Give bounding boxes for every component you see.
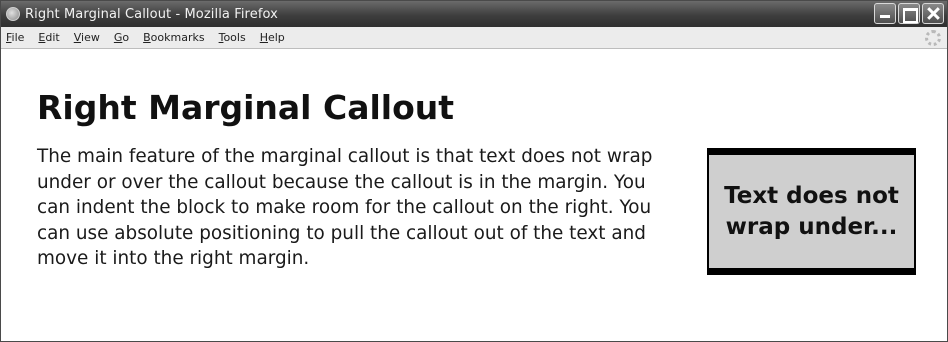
menu-go[interactable]: Go (114, 31, 129, 44)
menu-view[interactable]: View (74, 31, 100, 44)
browser-window: Right Marginal Callout - Mozilla Firefox… (0, 0, 948, 342)
firefox-icon (6, 7, 20, 21)
title-bar[interactable]: Right Marginal Callout - Mozilla Firefox (1, 1, 947, 27)
window-title: Right Marginal Callout - Mozilla Firefox (25, 6, 278, 22)
page-title: Right Marginal Callout (37, 88, 455, 127)
window-controls (874, 3, 944, 24)
menu-bar: File Edit View Go Bookmarks Tools Help (1, 27, 947, 49)
menu-file[interactable]: File (6, 31, 24, 44)
page-content: Right Marginal Callout The main feature … (7, 50, 941, 340)
callout-text: Text does not wrap under... (724, 182, 899, 240)
menu-tools[interactable]: Tools (219, 31, 246, 44)
menu-bookmarks[interactable]: Bookmarks (143, 31, 204, 44)
marginal-callout: Text does not wrap under... (707, 148, 916, 275)
menu-help[interactable]: Help (260, 31, 285, 44)
maximize-button[interactable] (898, 3, 920, 24)
throbber-icon (925, 30, 941, 46)
close-button[interactable] (922, 3, 944, 24)
menu-edit[interactable]: Edit (38, 31, 59, 44)
minimize-button[interactable] (874, 3, 896, 24)
body-paragraph: The main feature of the marginal callout… (37, 146, 653, 269)
